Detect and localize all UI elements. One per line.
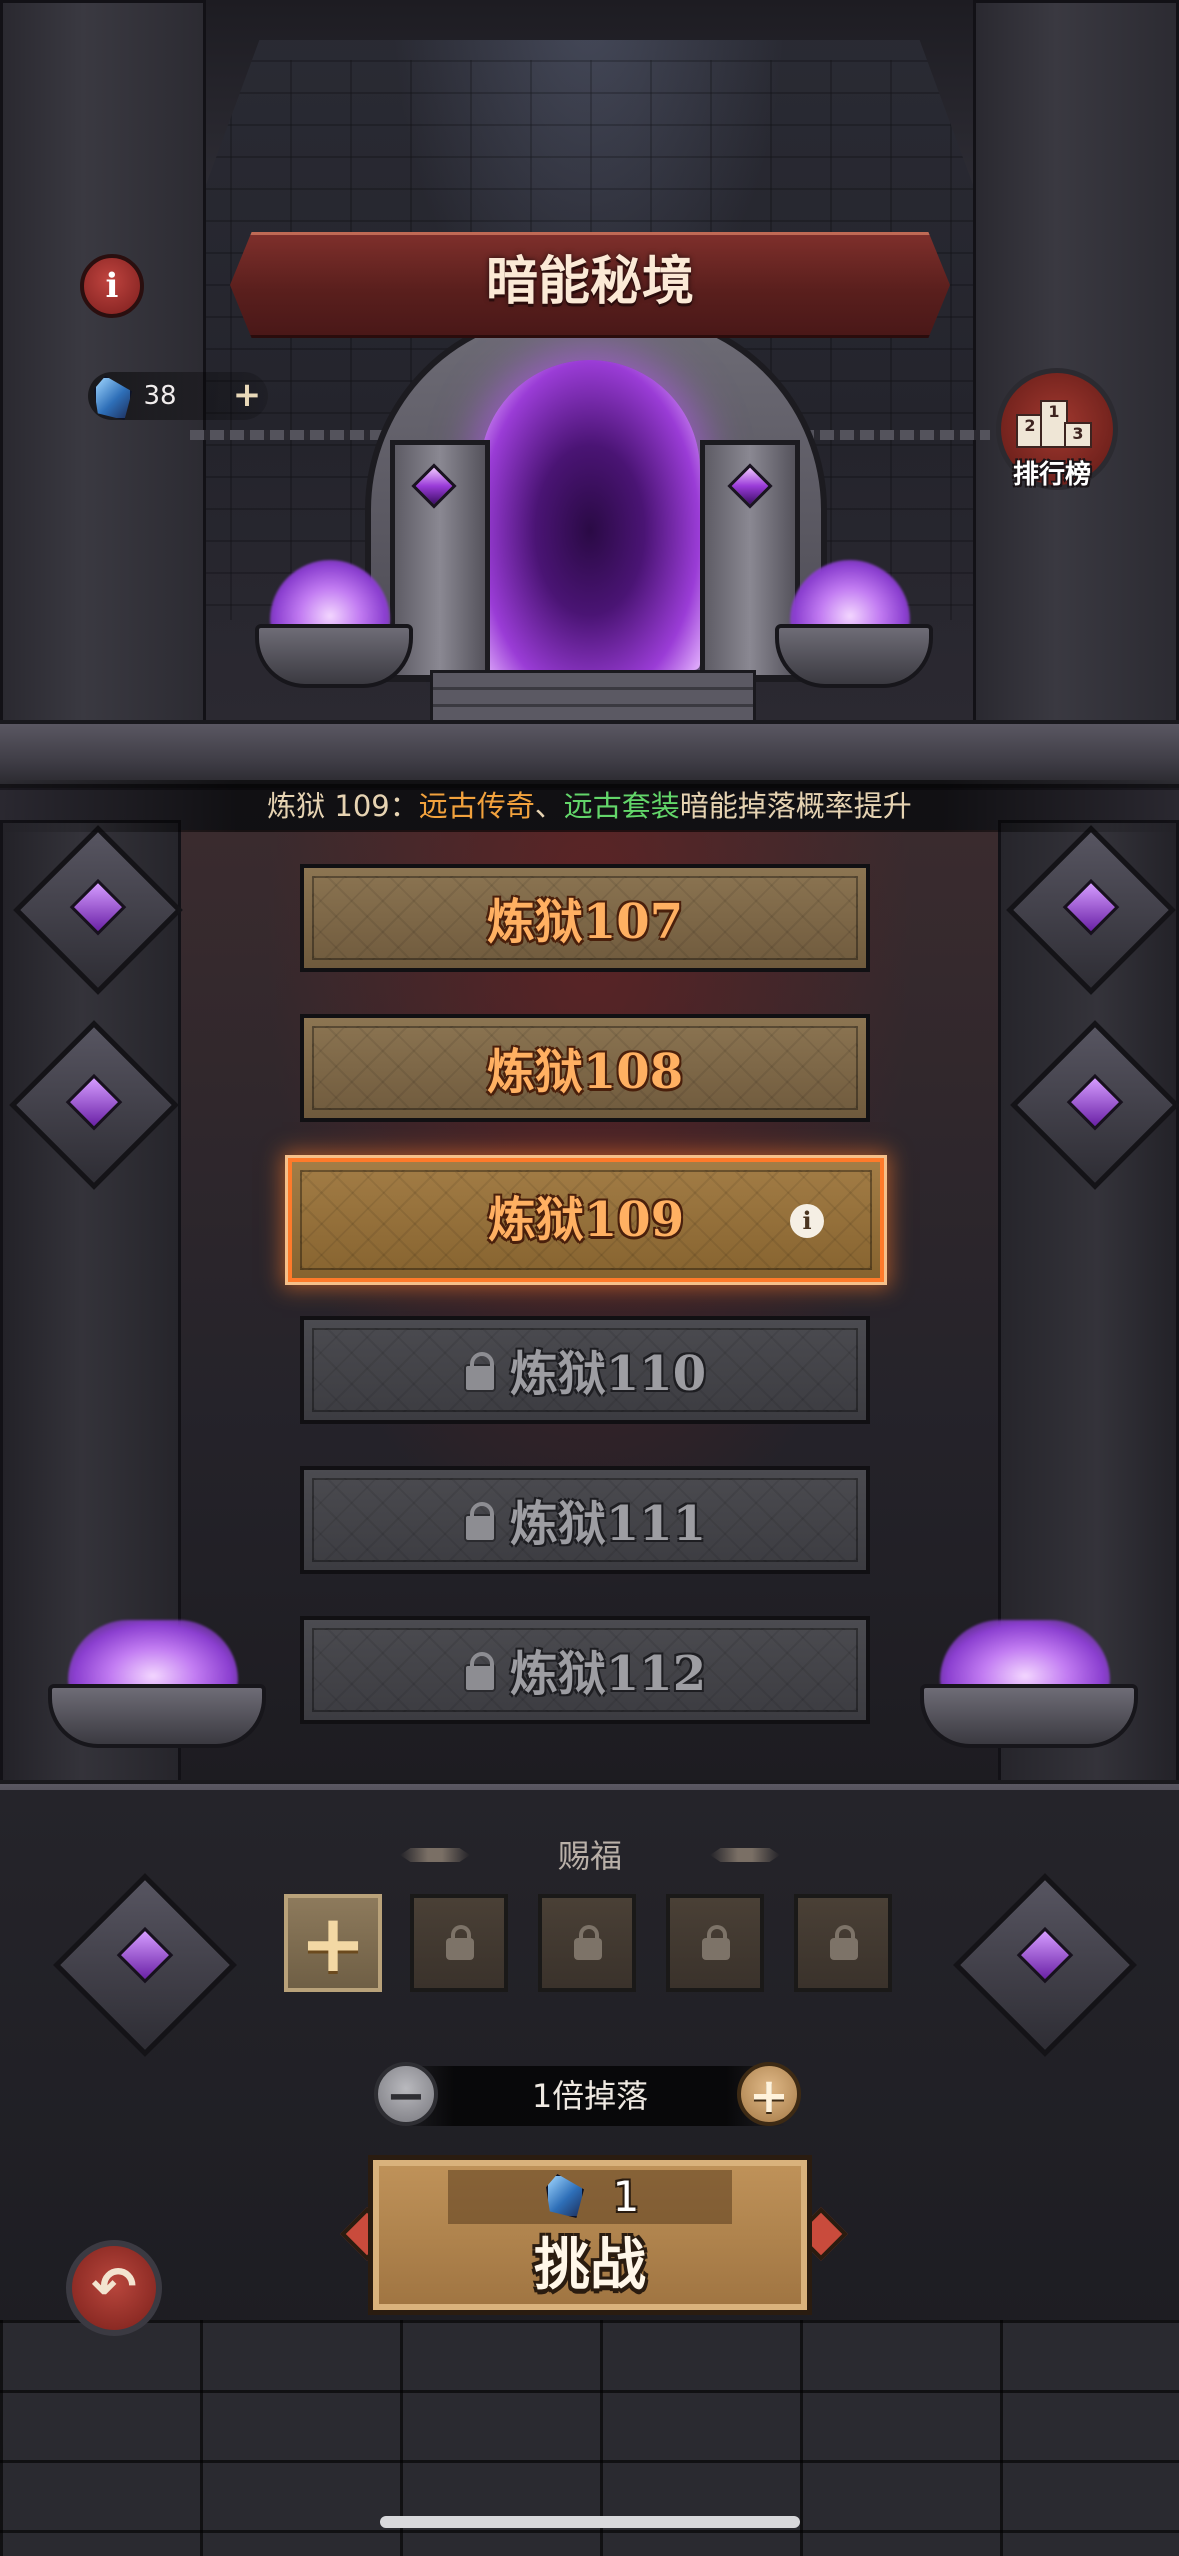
hint-item-legendary: 远古传奇 <box>418 789 535 823</box>
ornament-divider <box>710 1848 780 1862</box>
blessing-slot-locked[interactable] <box>538 1894 636 1992</box>
purple-brazier <box>775 560 933 688</box>
floor-item-112[interactable]: 炼狱112 <box>300 1616 870 1724</box>
currency-value: 38 <box>143 381 177 411</box>
drop-multiplier-label: 1倍掉落 <box>395 2066 785 2126</box>
blessing-slot-locked[interactable] <box>794 1894 892 1992</box>
purple-brazier <box>255 560 413 688</box>
drop-rate-hint: 炼狱 109：远古传奇、远古套装暗能掉落概率提升 <box>0 780 1179 832</box>
lock-icon <box>463 1652 496 1692</box>
floor-label: 炼狱107 <box>486 894 684 950</box>
add-currency-button[interactable]: + <box>232 378 262 412</box>
plus-icon: + <box>299 1897 367 1990</box>
challenge-cost: 1 <box>612 2172 640 2221</box>
info-button[interactable]: i <box>80 254 144 318</box>
home-indicator[interactable] <box>380 2516 800 2528</box>
lock-icon <box>463 1352 496 1392</box>
hint-item-set: 远古套装 <box>563 789 680 823</box>
dark-portal <box>480 360 700 670</box>
blessing-slot-locked[interactable] <box>666 1894 764 1992</box>
stone-ledge <box>0 720 1179 788</box>
decrease-multiplier-button[interactable]: − <box>374 2062 438 2126</box>
increase-multiplier-button[interactable]: + <box>737 2062 801 2126</box>
back-arrow-icon: ↶ <box>91 2255 137 2318</box>
hint-prefix: 炼狱 109： <box>267 789 419 823</box>
challenge-cost-strip <box>448 2170 732 2224</box>
stone-pillar-right <box>973 0 1179 726</box>
podium-third: 3 <box>1064 422 1092 448</box>
portal-stairs <box>430 670 756 726</box>
page-title: 暗能秘境 <box>485 252 694 312</box>
floor-item-111[interactable]: 炼狱111 <box>300 1466 870 1574</box>
stone-pillar-left <box>0 0 206 726</box>
floor-item-108[interactable]: 炼狱108 <box>300 1014 870 1122</box>
purple-brazier <box>920 1620 1138 1748</box>
lock-icon <box>446 1925 474 1960</box>
floor-label: 炼狱112 <box>304 1620 866 1720</box>
blessing-slot-locked[interactable] <box>410 1894 508 1992</box>
blessing-slot-add[interactable]: + <box>284 1894 382 1992</box>
hint-suffix: 暗能掉落概率提升 <box>679 789 912 823</box>
podium-icon: 2 1 3 <box>1016 392 1092 448</box>
floor-label: 炼狱108 <box>486 1044 684 1100</box>
lock-icon <box>702 1925 730 1960</box>
floor-label: 炼狱111 <box>304 1470 866 1570</box>
purple-brazier <box>48 1620 266 1748</box>
floor-item-107[interactable]: 炼狱107 <box>300 864 870 972</box>
floor-label: 炼狱110 <box>304 1320 866 1420</box>
floor-info-icon[interactable]: i <box>790 1204 824 1238</box>
floor-item-109[interactable]: 炼狱109 i <box>288 1158 884 1282</box>
lock-icon <box>830 1925 858 1960</box>
floor-item-110[interactable]: 炼狱110 <box>300 1316 870 1424</box>
hint-separator: 、 <box>534 789 564 823</box>
back-button[interactable]: ↶ <box>66 2240 162 2336</box>
lock-icon <box>463 1502 496 1542</box>
challenge-label[interactable]: 挑战 <box>368 2226 812 2306</box>
blessing-title: 赐福 <box>557 1837 622 1875</box>
ranking-label[interactable]: 排行榜 <box>982 454 1122 494</box>
lock-icon <box>574 1925 602 1960</box>
